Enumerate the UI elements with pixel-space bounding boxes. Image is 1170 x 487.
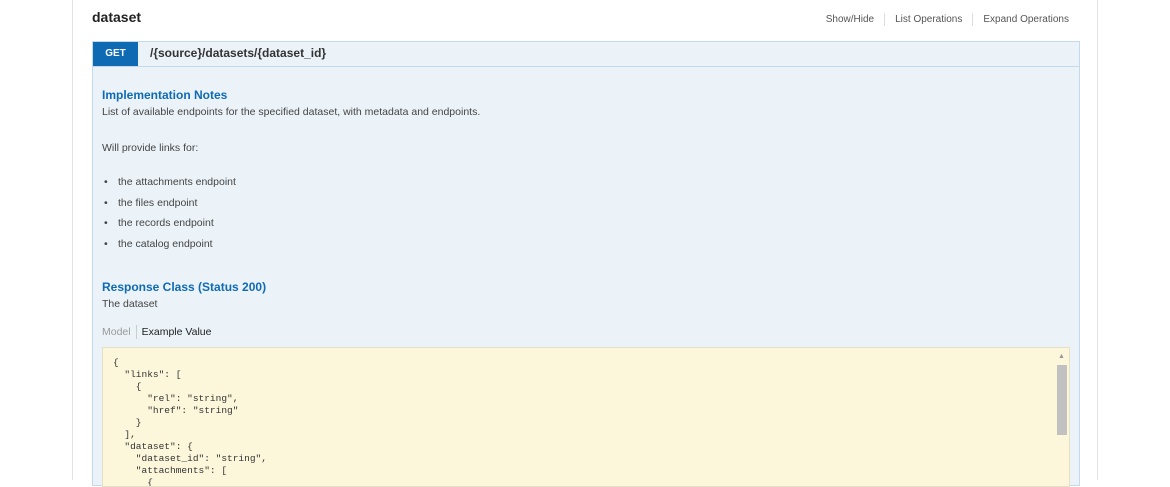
implementation-notes-title: Implementation Notes bbox=[102, 88, 228, 102]
scroll-up-arrow-icon[interactable]: ▲ bbox=[1055, 351, 1068, 363]
code-scrollbar[interactable]: ▲ bbox=[1055, 351, 1068, 486]
response-description: The dataset bbox=[102, 298, 158, 310]
links-intro-text: Will provide links for: bbox=[102, 142, 199, 154]
list-item: the attachments endpoint bbox=[102, 176, 236, 197]
operation-header[interactable]: GET /{source}/datasets/{dataset_id} bbox=[93, 42, 1079, 67]
show-hide-link[interactable]: Show/Hide bbox=[826, 13, 886, 26]
tab-example-value[interactable]: Example Value bbox=[137, 325, 217, 339]
resource-title[interactable]: dataset bbox=[92, 9, 141, 25]
list-operations-link[interactable]: List Operations bbox=[885, 13, 974, 26]
list-item: the files endpoint bbox=[102, 197, 236, 218]
resource-actions: Show/Hide List Operations Expand Operati… bbox=[826, 13, 1069, 26]
endpoint-path-text: /{source}/datasets/{dataset_id} bbox=[150, 46, 327, 60]
tab-model[interactable]: Model bbox=[102, 325, 137, 339]
response-class-title: Response Class (Status 200) bbox=[102, 280, 267, 294]
api-resource-panel: dataset Show/Hide List Operations Expand… bbox=[72, 0, 1098, 487]
expand-operations-link[interactable]: Expand Operations bbox=[973, 13, 1069, 26]
scrollbar-thumb[interactable] bbox=[1057, 365, 1067, 435]
implementation-notes-description: List of available endpoints for the spec… bbox=[102, 106, 481, 118]
example-json: { "links": [ { "rel": "string", "href": … bbox=[113, 357, 267, 487]
list-item: the catalog endpoint bbox=[102, 238, 236, 259]
list-item: the records endpoint bbox=[102, 217, 236, 238]
signature-tabs: Model Example Value bbox=[102, 325, 216, 339]
endpoint-links-list: the attachments endpoint the files endpo… bbox=[102, 176, 236, 258]
http-method-badge[interactable]: GET bbox=[93, 42, 138, 66]
endpoint-path[interactable]: /{source}/datasets/{dataset_id} bbox=[150, 46, 326, 60]
example-value-code-box[interactable]: { "links": [ { "rel": "string", "href": … bbox=[102, 347, 1070, 487]
operation-panel: GET /{source}/datasets/{dataset_id} Impl… bbox=[92, 41, 1080, 487]
